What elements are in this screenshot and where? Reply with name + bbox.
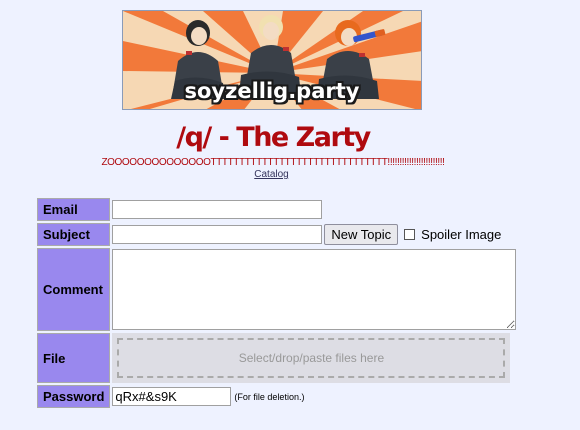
password-cell: (For file deletion.)	[112, 385, 516, 408]
board-subtitle: ZOOOOOOOOOOOOOOTTTTTTTTTTTTTTTTTTTTTTTTT…	[101, 157, 445, 168]
subject-input[interactable]	[112, 225, 323, 244]
file-row: File Select/drop/paste files here	[37, 333, 516, 383]
post-form: Email Subject New Topic Spoiler Image Com…	[35, 196, 518, 410]
comment-textarea[interactable]	[112, 249, 517, 330]
comment-label: Comment	[37, 248, 111, 331]
spoiler-label: Spoiler Image	[421, 227, 502, 242]
password-label: Password	[37, 385, 111, 408]
catalog-link[interactable]: Catalog	[254, 169, 288, 180]
email-input[interactable]	[112, 200, 323, 219]
comment-cell	[112, 248, 517, 331]
file-dropzone[interactable]: Select/drop/paste files here	[112, 333, 511, 383]
file-cell: Select/drop/paste files here	[112, 333, 516, 383]
subject-cell: New Topic Spoiler Image	[112, 223, 516, 246]
password-note: (For file deletion.)	[234, 391, 305, 402]
email-cell	[112, 198, 516, 221]
catalog-link-wrap: Catalog	[0, 169, 543, 180]
subject-row: Subject New Topic Spoiler Image	[37, 223, 516, 246]
email-row: Email	[37, 198, 516, 221]
file-dropzone-text: Select/drop/paste files here	[238, 351, 385, 365]
spoiler-checkbox[interactable]	[404, 229, 416, 240]
board-title: /q/ - The Zarty	[176, 122, 371, 153]
email-label: Email	[37, 198, 111, 221]
banner-logo-text: soyzellig.party	[184, 79, 360, 103]
password-input[interactable]	[112, 387, 232, 406]
file-dropzone-area[interactable]: Select/drop/paste files here	[117, 338, 506, 378]
file-label: File	[37, 333, 111, 383]
board-banner[interactable]: soyzellig.party	[122, 10, 422, 110]
new-topic-button[interactable]: New Topic	[324, 224, 399, 245]
spoiler-option[interactable]: Spoiler Image	[404, 227, 501, 242]
password-row: Password (For file deletion.)	[37, 385, 516, 408]
subject-label: Subject	[37, 223, 111, 246]
comment-row: Comment	[37, 248, 517, 331]
